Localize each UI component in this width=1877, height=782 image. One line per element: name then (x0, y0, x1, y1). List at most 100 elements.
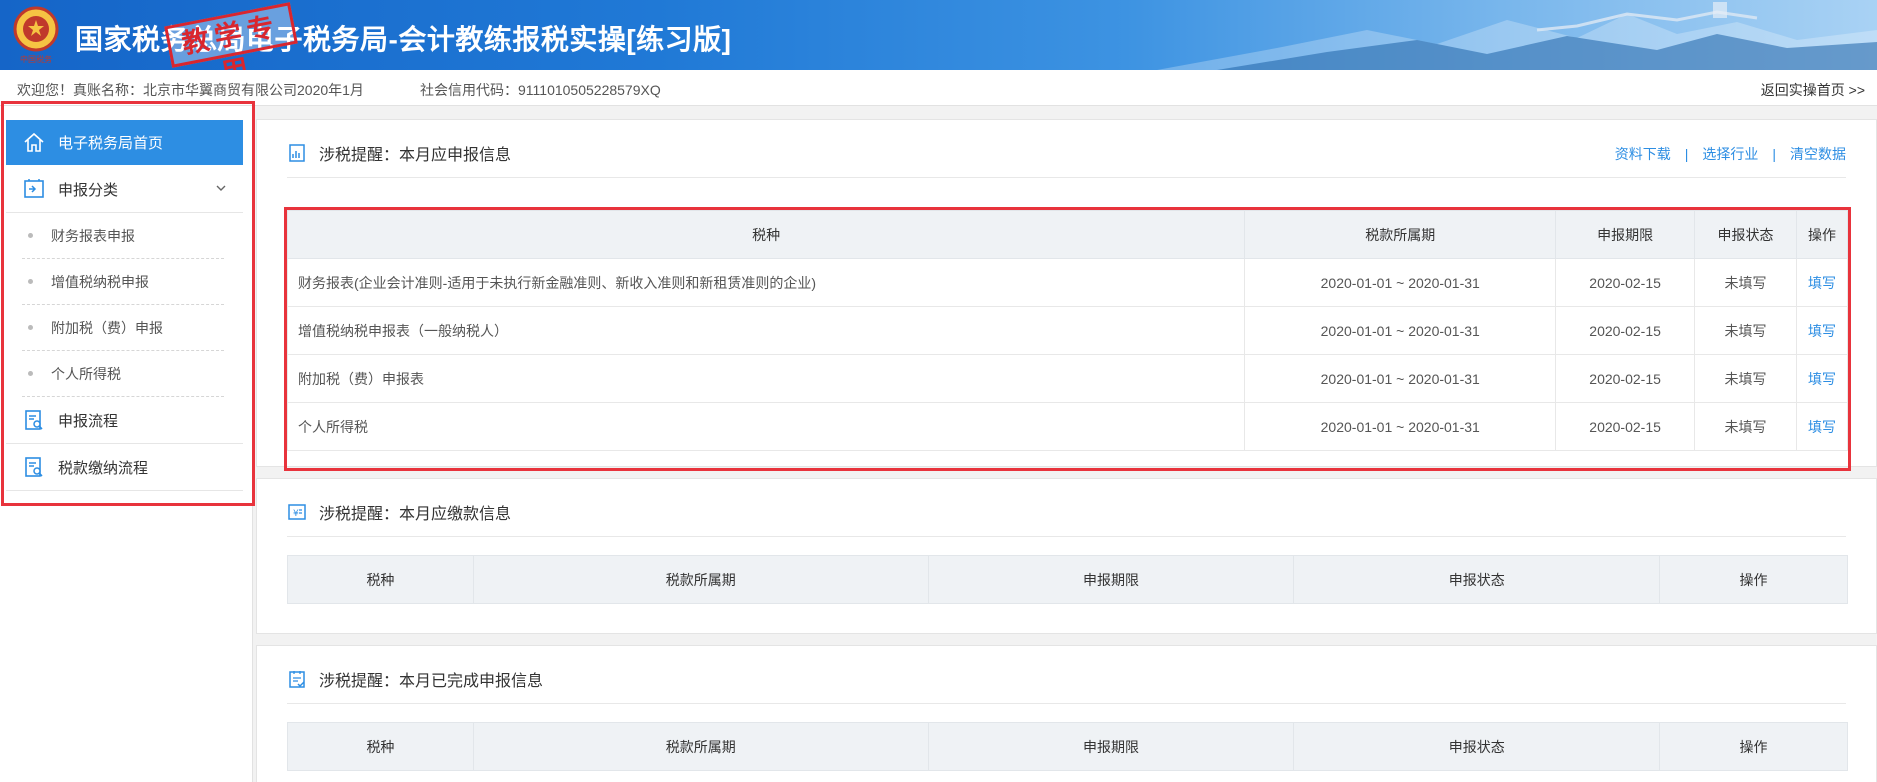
clear-data-link[interactable]: 清空数据 (1790, 146, 1846, 162)
column-header: 税款所属期 (1244, 210, 1557, 259)
panel-title: ¥ 涉税提醒：本月应缴款信息 (287, 500, 511, 524)
sidebar-item-payment-process[interactable]: 税款缴纳流程 (6, 444, 243, 491)
panel-title-text: 涉税提醒：本月已完成申报信息 (319, 673, 544, 690)
column-header: 申报状态 (1293, 722, 1661, 771)
sidebar-item-category[interactable]: 申报分类 (6, 166, 243, 213)
table-row: 附加税（费）申报表 2020-01-01 ~ 2020-01-31 2020-0… (286, 354, 1848, 403)
status-cell: 未填写 (1694, 306, 1797, 355)
sidebar-item-home[interactable]: 电子税务局首页 (6, 120, 243, 165)
period-cell: 2020-01-01 ~ 2020-01-31 (1244, 306, 1557, 355)
home-icon (22, 131, 46, 155)
download-link[interactable]: 资料下载 (1615, 146, 1671, 162)
column-header: 申报状态 (1293, 555, 1661, 604)
sidebar-subitem-label: 财务报表申报 (51, 227, 135, 244)
column-header: 操作 (1796, 210, 1848, 259)
period-cell: 2020-01-01 ~ 2020-01-31 (1244, 402, 1557, 451)
sidebar-subitem-label: 附加税（费）申报 (51, 319, 163, 336)
action-cell: 填写 (1796, 258, 1848, 307)
credit-code: 社会信用代码：9111010505228579XQ (420, 82, 661, 98)
sidebar-item-label: 申报流程 (58, 412, 119, 430)
fill-link[interactable]: 填写 (1808, 323, 1836, 339)
bullet-icon (28, 233, 33, 238)
table-header-row: 税种 税款所属期 申报期限 申报状态 操作 (287, 555, 1848, 604)
sidebar: 电子税务局首页 申报分类 财务报表申报 增值税纳税申报 附加税（费）申报 个人所… (0, 106, 253, 782)
panel-header: 涉税提醒：本月应申报信息 资料下载 | 选择行业 | 清空数据 (287, 128, 1846, 178)
column-header: 税种 (287, 722, 474, 771)
sidebar-subitem-label: 增值税纳税申报 (51, 273, 149, 290)
column-header: 申报期限 (1555, 210, 1696, 259)
great-wall-graphic (1157, 2, 1877, 70)
column-header: 税款所属期 (472, 555, 929, 604)
deadline-cell: 2020-02-15 (1555, 306, 1696, 355)
bullet-icon (28, 325, 33, 330)
declare-table: 税种 税款所属期 申报期限 申报状态 操作 财务报表(企业会计准则-适用于未执行… (286, 210, 1848, 451)
completed-info-panel: 涉税提醒：本月已完成申报信息 税种 税款所属期 申报期限 申报状态 操作 (256, 645, 1877, 782)
column-header: 申报期限 (927, 722, 1295, 771)
header-banner: 中国税务 国家税务总局电子税务局-会计教练报税实操[练习版] 教学专用 (0, 0, 1877, 70)
checklist-icon (289, 671, 305, 688)
report-icon (289, 144, 305, 162)
sidebar-subitem-income-tax[interactable]: 个人所得税 (22, 351, 224, 397)
panel-header: ¥ 涉税提醒：本月应缴款信息 (287, 487, 1846, 537)
sidebar-subitem-vat[interactable]: 增值税纳税申报 (22, 259, 224, 305)
deadline-cell: 2020-02-15 (1555, 354, 1696, 403)
select-industry-link[interactable]: 选择行业 (1702, 146, 1758, 162)
sidebar-subitem-financial-report[interactable]: 财务报表申报 (22, 213, 224, 259)
welcome-text: 欢迎您！真账名称：北京市华翼商贸有限公司2020年1月 (17, 82, 364, 98)
emblem-text: 中国税务 (20, 54, 52, 64)
tax-type-cell: 增值税纳税申报表（一般纳税人） (286, 306, 1246, 355)
action-cell: 填写 (1796, 354, 1848, 403)
bullet-icon (28, 371, 33, 376)
period-cell: 2020-01-01 ~ 2020-01-31 (1244, 354, 1557, 403)
sidebar-item-label: 税款缴纳流程 (58, 459, 149, 477)
chevron-down-icon (216, 185, 226, 191)
period-cell: 2020-01-01 ~ 2020-01-31 (1244, 258, 1557, 307)
table-row: 个人所得税 2020-01-01 ~ 2020-01-31 2020-02-15… (286, 402, 1848, 451)
payment-icon: ¥ (288, 504, 306, 520)
panel-links: 资料下载 | 选择行业 | 清空数据 (1614, 146, 1846, 162)
panel-title: 涉税提醒：本月应申报信息 (287, 141, 511, 165)
panel-title-text: 涉税提醒：本月应缴款信息 (319, 506, 512, 523)
column-header: 操作 (1659, 722, 1848, 771)
column-header: 税种 (287, 555, 474, 604)
column-header: 申报期限 (927, 555, 1295, 604)
payment-table: 税种 税款所属期 申报期限 申报状态 操作 (287, 555, 1848, 604)
sidebar-item-process[interactable]: 申报流程 (6, 397, 243, 444)
tax-type-cell: 财务报表(企业会计准则-适用于未执行新金融准则、新收入准则和新租赁准则的企业) (286, 258, 1246, 307)
table-header-row: 税种 税款所属期 申报期限 申报状态 操作 (287, 722, 1848, 771)
fill-link[interactable]: 填写 (1808, 275, 1836, 291)
fill-link[interactable]: 填写 (1808, 371, 1836, 387)
document-search-icon (22, 455, 46, 479)
action-cell: 填写 (1796, 402, 1848, 451)
column-header: 操作 (1659, 555, 1848, 604)
completed-table: 税种 税款所属期 申报期限 申报状态 操作 (287, 722, 1848, 771)
panel-header: 涉税提醒：本月已完成申报信息 (287, 654, 1846, 704)
sidebar-subitem-surcharge[interactable]: 附加税（费）申报 (22, 305, 224, 351)
column-header: 税种 (286, 210, 1246, 259)
tax-emblem-icon: 中国税务 (13, 6, 59, 64)
svg-text:¥: ¥ (293, 509, 299, 519)
sidebar-item-label: 电子税务局首页 (58, 135, 164, 152)
panel-title: 涉税提醒：本月已完成申报信息 (287, 667, 543, 691)
bullet-icon (28, 279, 33, 284)
sidebar-item-label: 申报分类 (58, 181, 119, 199)
action-cell: 填写 (1796, 306, 1848, 355)
panel-title-text: 涉税提醒：本月应申报信息 (319, 147, 512, 164)
payment-info-panel: ¥ 涉税提醒：本月应缴款信息 税种 税款所属期 申报期限 申报状态 操作 (256, 478, 1877, 634)
column-header: 申报状态 (1694, 210, 1797, 259)
status-cell: 未填写 (1694, 258, 1797, 307)
deadline-cell: 2020-02-15 (1555, 402, 1696, 451)
table-header-row: 税种 税款所属期 申报期限 申报状态 操作 (286, 210, 1848, 259)
tax-type-cell: 附加税（费）申报表 (286, 354, 1246, 403)
column-header: 税款所属期 (472, 722, 929, 771)
deadline-cell: 2020-02-15 (1555, 258, 1696, 307)
sidebar-subitem-label: 个人所得税 (51, 365, 121, 382)
back-to-home-link[interactable]: 返回实操首页 >> (1761, 80, 1865, 100)
table-row: 财务报表(企业会计准则-适用于未执行新金融准则、新收入准则和新租赁准则的企业) … (286, 258, 1848, 307)
fill-link[interactable]: 填写 (1808, 419, 1836, 435)
tax-type-cell: 个人所得税 (286, 402, 1246, 451)
status-cell: 未填写 (1694, 354, 1797, 403)
document-search-icon (22, 408, 46, 432)
info-bar: 欢迎您！真账名称：北京市华翼商贸有限公司2020年1月 社会信用代码：91110… (0, 70, 1877, 106)
declare-form-icon (22, 177, 46, 201)
